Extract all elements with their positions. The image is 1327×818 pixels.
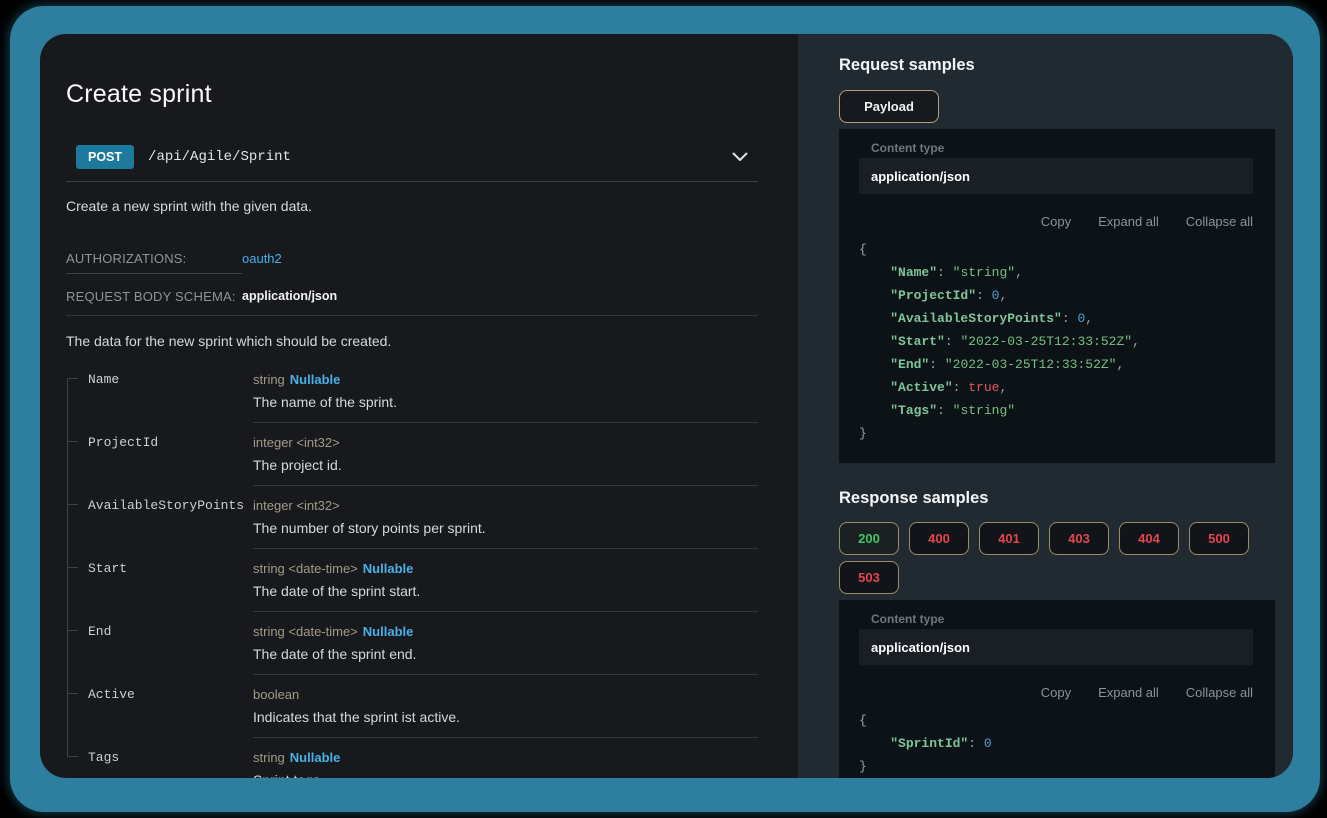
endpoint-path: /api/Agile/Sprint [148,149,732,165]
field-nullable: Nullable [363,624,414,639]
operation-description: Create a new sprint with the given data. [66,198,758,214]
content-type-select[interactable]: application/json [859,158,1253,194]
field-name: Active [88,675,253,738]
field-type: string [253,372,285,387]
authorizations-row: AUTHORIZATIONS: oauth2 [66,251,758,274]
copy-button[interactable]: Copy [1041,214,1071,229]
expand-all-button[interactable]: Expand all [1098,685,1159,700]
field-row-start: Start string <date-time> Nullable The dat… [66,549,758,612]
tree-connector [66,612,88,675]
request-body-schema-row: REQUEST BODY SCHEMA: application/json [66,289,758,316]
field-row-tags: Tags string Nullable Sprint tags. [66,738,758,779]
field-type: integer <int32> [253,435,340,450]
content-type-label: Content type [871,612,1253,626]
schema-content-type: application/json [242,289,337,303]
copy-button[interactable]: Copy [1041,685,1071,700]
field-nullable: Nullable [363,561,414,576]
status-tab-403[interactable]: 403 [1049,522,1109,555]
doc-content: Create sprint POST /api/Agile/Sprint Cre… [40,34,798,778]
field-row-active: Active boolean Indicates that the sprint… [66,675,758,738]
endpoint-header[interactable]: POST /api/Agile/Sprint [76,145,758,169]
tree-connector [66,738,88,779]
request-samples-title: Request samples [839,56,1275,75]
request-json-code: { "Name": "string", "ProjectId": 0, "Ava… [859,238,1253,445]
field-nullable: Nullable [290,750,341,765]
field-description: The name of the sprint. [253,394,758,410]
field-name: Name [88,360,253,423]
tree-connector [66,423,88,486]
field-type: integer <int32> [253,498,340,513]
samples-sidebar: Request samples Payload Content type app… [798,34,1293,778]
field-type: boolean [253,687,299,702]
status-tab-500[interactable]: 500 [1189,522,1249,555]
tree-connector [66,675,88,738]
api-doc-panel: Create sprint POST /api/Agile/Sprint Cre… [40,34,1293,778]
body-description: The data for the new sprint which should… [66,333,758,349]
response-samples-title: Response samples [839,489,1275,508]
response-json-code: { "SprintId": 0} [859,709,1253,778]
field-row-name: Name string Nullable The name of the spri… [66,360,758,423]
field-name: ProjectId [88,423,253,486]
http-method-badge: POST [76,145,134,169]
field-row-availablestorypoints: AvailableStoryPoints integer <int32> The… [66,486,758,549]
field-description: Sprint tags. [253,772,758,779]
chevron-down-icon [732,152,748,161]
expand-all-button[interactable]: Expand all [1098,214,1159,229]
status-tab-503[interactable]: 503 [839,561,899,594]
field-name: End [88,612,253,675]
field-row-end: End string <date-time> Nullable The date … [66,612,758,675]
tab-payload[interactable]: Payload [839,90,939,123]
field-description: The number of story points per sprint. [253,520,758,536]
schema-field-list: Name string Nullable The name of the spri… [66,360,758,779]
field-description: Indicates that the sprint ist active. [253,709,758,725]
field-type: string <date-time> [253,561,358,576]
tree-connector [66,549,88,612]
response-sample-panel: Content type application/json Copy Expan… [839,600,1275,778]
oauth2-link[interactable]: oauth2 [242,251,282,266]
status-tab-400[interactable]: 400 [909,522,969,555]
authorizations-label: AUTHORIZATIONS: [66,251,242,274]
code-actions: Copy Expand all Collapse all [859,685,1253,700]
field-description: The project id. [253,457,758,473]
status-tab-401[interactable]: 401 [979,522,1039,555]
content-type-select[interactable]: application/json [859,629,1253,665]
status-tab-404[interactable]: 404 [1119,522,1179,555]
code-actions: Copy Expand all Collapse all [859,214,1253,229]
divider [66,181,758,182]
tree-connector [66,360,88,423]
field-type: string [253,750,285,765]
field-row-projectid: ProjectId integer <int32> The project id… [66,423,758,486]
field-name: Start [88,549,253,612]
page-title: Create sprint [66,80,758,109]
collapse-all-button[interactable]: Collapse all [1186,685,1253,700]
schema-label: REQUEST BODY SCHEMA: [66,289,242,304]
field-nullable: Nullable [290,372,341,387]
status-tab-200[interactable]: 200 [839,522,899,555]
window-frame: Create sprint POST /api/Agile/Sprint Cre… [10,6,1320,812]
collapse-all-button[interactable]: Collapse all [1186,214,1253,229]
field-name: AvailableStoryPoints [88,486,253,549]
content-type-label: Content type [871,141,1253,155]
response-status-tabs: 200 400 401 403 404 500 503 [839,522,1269,594]
field-description: The date of the sprint end. [253,646,758,662]
request-sample-panel: Content type application/json Copy Expan… [839,129,1275,463]
tree-connector [66,486,88,549]
field-description: The date of the sprint start. [253,583,758,599]
field-type: string <date-time> [253,624,358,639]
field-name: Tags [88,738,253,779]
